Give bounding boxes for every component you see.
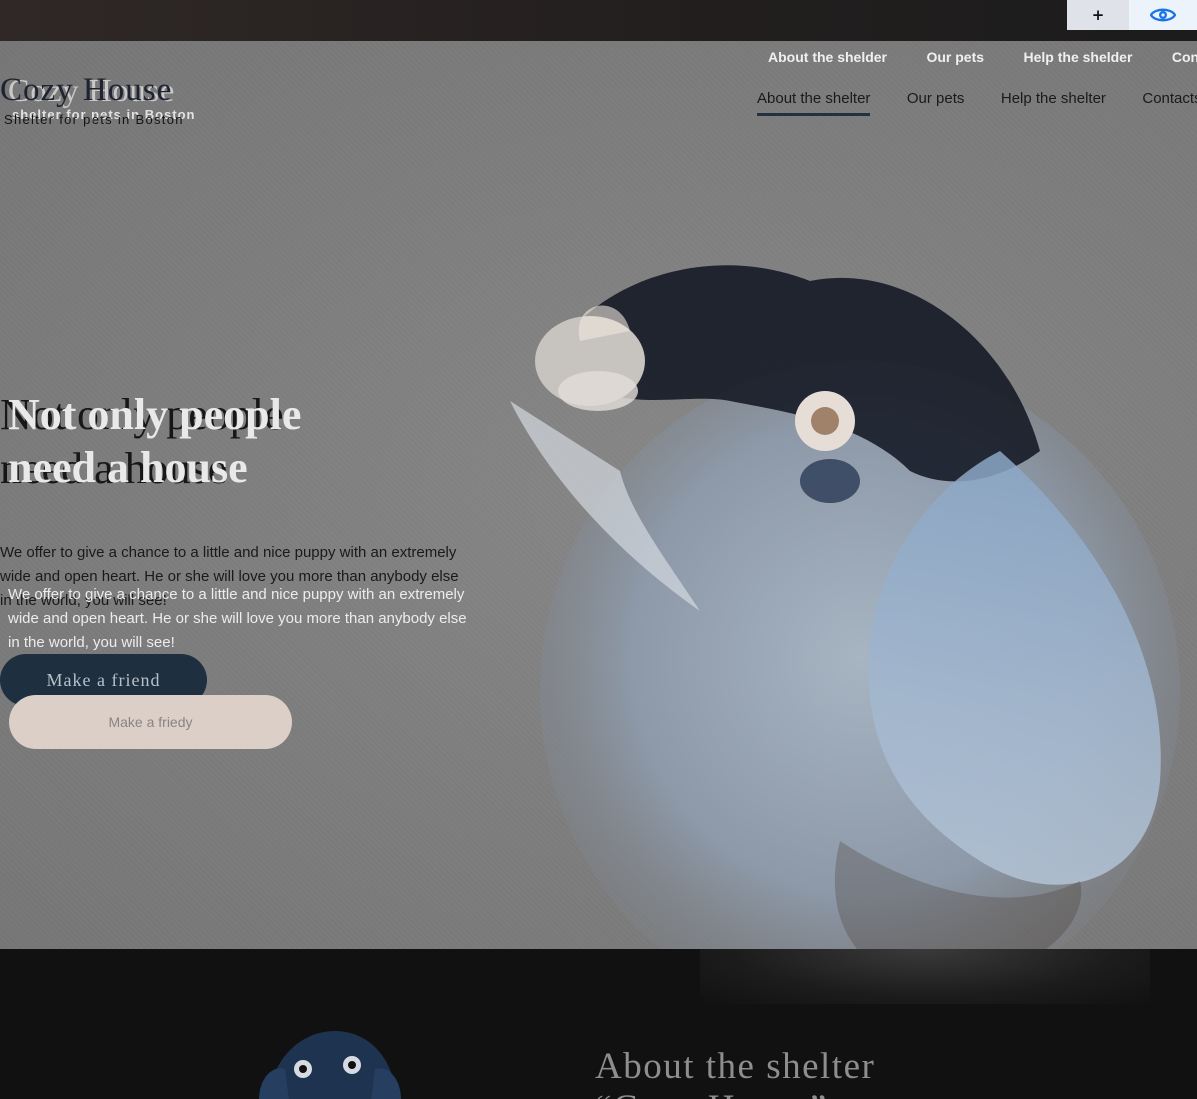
puppy-image — [510, 265, 1180, 949]
ghost-nav-help[interactable]: Help the shelder — [1024, 49, 1133, 65]
overlay-controls: + — [1067, 0, 1197, 30]
eye-toggle-button[interactable] — [1129, 0, 1197, 30]
ghost-nav-contacts[interactable]: Contacts — [1172, 49, 1197, 65]
about-title: About the shelter — [595, 1046, 876, 1087]
nav-item-contacts[interactable]: Contacts — [1142, 90, 1197, 113]
about-subtitle: “Cozy House” — [595, 1087, 828, 1099]
logo-title: Cozy House — [0, 72, 173, 108]
pets-image — [259, 1031, 401, 1099]
hero-ghost-text: We offer to give a chance to a little an… — [8, 586, 467, 651]
top-bar — [0, 0, 1197, 41]
hero-ghost-title: Not only people need a house — [8, 390, 302, 492]
eye-icon — [1150, 8, 1176, 22]
about-glow — [700, 949, 1150, 1004]
ghost-make-friend-button[interactable]: Make a friedy — [9, 695, 292, 749]
about-section: About the shelter “Cozy House” — [0, 949, 1197, 1099]
ghost-nav-pets[interactable]: Our pets — [926, 49, 984, 65]
add-button[interactable]: + — [1067, 0, 1129, 30]
main-navigation: About the shelter Our pets Help the shel… — [757, 90, 1197, 116]
ghost-navigation: About the shelder Our pets Help the shel… — [768, 49, 1197, 67]
logo[interactable]: Cozy House Shelter for pets in Boston — [0, 70, 184, 127]
nav-item-help[interactable]: Help the shelter — [1001, 90, 1106, 113]
nav-item-about[interactable]: About the shelter — [757, 90, 871, 116]
nav-item-pets[interactable]: Our pets — [907, 90, 965, 113]
ghost-nav-about[interactable]: About the shelder — [768, 49, 887, 65]
logo-subtitle: Shelter for pets in Boston — [4, 112, 184, 127]
